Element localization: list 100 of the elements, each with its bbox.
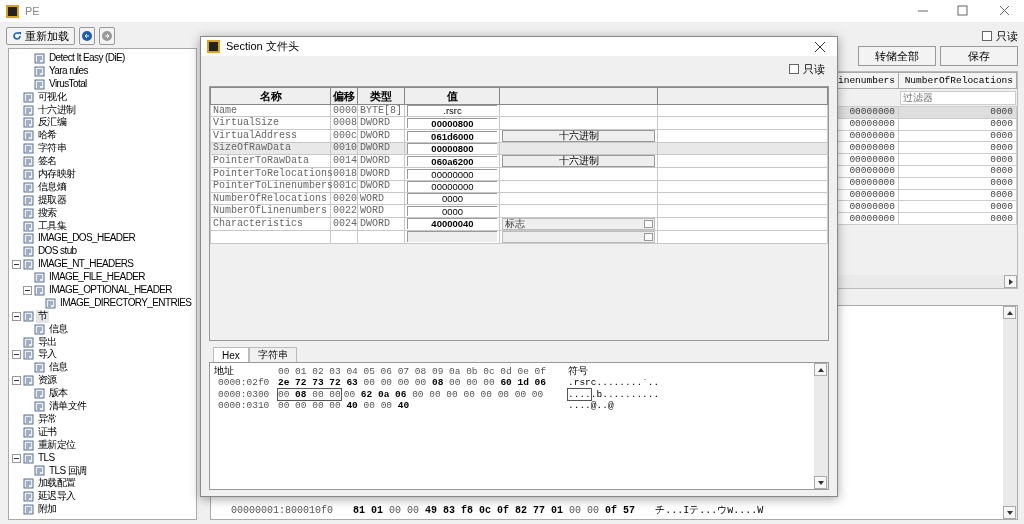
tree-item[interactable]: Detect It Easy (DiE) <box>47 52 127 65</box>
selected-bytes: 00 08 00 00 <box>278 388 341 400</box>
tree-item[interactable]: 搜索 <box>36 206 59 220</box>
value-field[interactable]: .rsrc <box>407 105 497 116</box>
table-cell: 0000 <box>898 106 1017 119</box>
tree-item[interactable]: 异常 <box>36 412 59 426</box>
tree-item[interactable]: TLS <box>36 451 57 465</box>
expander-box[interactable] <box>12 376 21 386</box>
back-button[interactable] <box>79 27 95 45</box>
tree-item[interactable]: 哈希 <box>36 129 59 143</box>
tree-item[interactable]: 内存映射 <box>36 168 78 181</box>
tree-item[interactable]: 重新定位 <box>36 438 78 452</box>
value-field[interactable]: 060a6200 <box>407 155 497 167</box>
column-header[interactable]: 类型 <box>357 87 405 105</box>
tree-item[interactable]: 资源 <box>36 374 59 388</box>
close-icon[interactable] <box>815 41 825 52</box>
column-header: 符号 <box>568 364 588 378</box>
expander-box[interactable] <box>12 311 21 321</box>
tree-item[interactable]: 可视化 <box>36 90 69 104</box>
node-icon <box>34 272 45 284</box>
tree-item[interactable]: 信息熵 <box>36 180 69 194</box>
tree-item[interactable]: 信息 <box>47 322 70 336</box>
expander-box[interactable] <box>12 350 21 360</box>
symbol-text: チ...Iテ...ウw....W <box>655 504 764 517</box>
table-cell: 0000 <box>898 130 1017 142</box>
value-field[interactable]: 00000800 <box>407 117 497 129</box>
node-icon <box>23 91 34 103</box>
tree-item[interactable]: IMAGE_DOS_HEADER <box>36 232 138 246</box>
column-header[interactable]: 名称 <box>210 87 331 105</box>
node-icon <box>23 426 34 438</box>
node-icon <box>23 130 34 142</box>
expander-box[interactable] <box>12 260 21 270</box>
value-field[interactable]: 00000800 <box>407 143 497 154</box>
expander-box[interactable] <box>23 285 32 295</box>
tree-item[interactable]: 证书 <box>36 425 59 439</box>
value-field[interactable]: 00000000 <box>407 168 497 180</box>
node-icon <box>34 362 45 374</box>
up-arrow-icon <box>1006 310 1013 315</box>
tree-item[interactable]: VirusTotal <box>47 77 89 91</box>
node-icon <box>34 401 45 412</box>
readonly-checkbox[interactable]: 只读 <box>789 61 825 77</box>
address-text: 0000:0310 <box>217 400 271 412</box>
vertical-scrollbar[interactable] <box>814 363 828 489</box>
tree-item[interactable]: 清单文件 <box>47 400 89 413</box>
offset-cell: 0000 <box>330 104 358 117</box>
reload-button[interactable]: 重新加载 <box>6 27 75 45</box>
node-icon <box>23 259 34 271</box>
toolbar-button[interactable]: 转储全部 <box>858 46 936 66</box>
tree-item[interactable]: IMAGE_NT_HEADERS <box>36 258 136 272</box>
node-icon <box>23 349 34 361</box>
tree-item[interactable]: IMAGE_FILE_HEADER <box>47 271 147 285</box>
node-icon <box>23 207 34 219</box>
value-field[interactable]: 061d6000 <box>407 130 497 142</box>
node-icon <box>23 478 34 490</box>
node-icon <box>23 143 34 155</box>
offset-header: 00 01 02 03 04 05 06 07 08 09 0a 0b 0c 0d 0e 0f <box>278 365 547 377</box>
forward-button[interactable] <box>99 27 115 45</box>
tab[interactable]: 字符串 <box>248 347 297 362</box>
toolbar-button[interactable]: 保存 <box>940 46 1018 66</box>
value-field[interactable]: 40000040 <box>407 218 497 229</box>
value-field[interactable]: 0000 <box>407 193 497 204</box>
tree-item[interactable]: 附加 <box>36 503 59 517</box>
node-icon <box>34 78 45 90</box>
tree-item[interactable]: 工具集 <box>36 219 69 233</box>
column-header[interactable]: 值 <box>404 87 500 105</box>
tree-item[interactable]: 导入 <box>36 348 59 362</box>
hex-button[interactable]: 十六进制 <box>502 155 655 168</box>
tree-item[interactable]: 信息 <box>47 361 70 375</box>
tree-item[interactable]: 提取器 <box>36 193 69 207</box>
column-header[interactable]: 偏移 <box>330 87 358 105</box>
column-header[interactable]: NumberOfRelocations <box>898 72 1017 89</box>
tree-item[interactable]: IMAGE_OPTIONAL_HEADER <box>47 284 174 297</box>
node-icon <box>23 246 34 258</box>
value-field[interactable]: 00000000 <box>407 181 497 192</box>
expander-box[interactable] <box>12 453 21 463</box>
node-icon <box>23 233 34 245</box>
tree-item[interactable]: 导出 <box>36 335 59 349</box>
vertical-scrollbar[interactable] <box>1003 306 1017 519</box>
node-icon <box>45 297 56 309</box>
tree-item[interactable]: DOS stub <box>36 245 79 259</box>
tab[interactable]: Hex <box>213 347 249 362</box>
tree-item[interactable]: IMAGE_DIRECTORY_ENTRIES <box>58 296 194 310</box>
tree-item[interactable]: 签名 <box>36 155 59 169</box>
tree-item[interactable]: 字符串 <box>36 142 69 156</box>
hex-bytes: 81 01 00 00 49 83 f8 0c 0f 82 77 01 00 00 0f 57 <box>353 504 636 516</box>
tree-item[interactable]: 加载配置 <box>36 477 78 491</box>
tree-item[interactable]: 版本 <box>47 387 70 401</box>
value-field[interactable]: 0000 <box>407 205 497 217</box>
address-text: 0000:0300 <box>217 388 271 400</box>
filter-field[interactable]: 过滤器 <box>899 90 1016 105</box>
tree-item[interactable]: 十六进制 <box>36 103 78 117</box>
readonly-checkbox[interactable]: 只读 <box>982 28 1018 44</box>
tree-item[interactable]: 反汇编 <box>36 116 69 130</box>
tree-item[interactable]: Yara rules <box>47 64 90 78</box>
tree-item[interactable]: TLS 回调 <box>47 464 89 478</box>
tree-item[interactable]: 节 <box>36 309 50 323</box>
hex-bytes: 00 62 0a 06 00 00 00 00 00 00 00 00 <box>343 388 544 400</box>
node-icon <box>23 504 34 516</box>
tree-item[interactable]: 延迟导入 <box>36 490 78 504</box>
value-field[interactable] <box>407 231 497 242</box>
